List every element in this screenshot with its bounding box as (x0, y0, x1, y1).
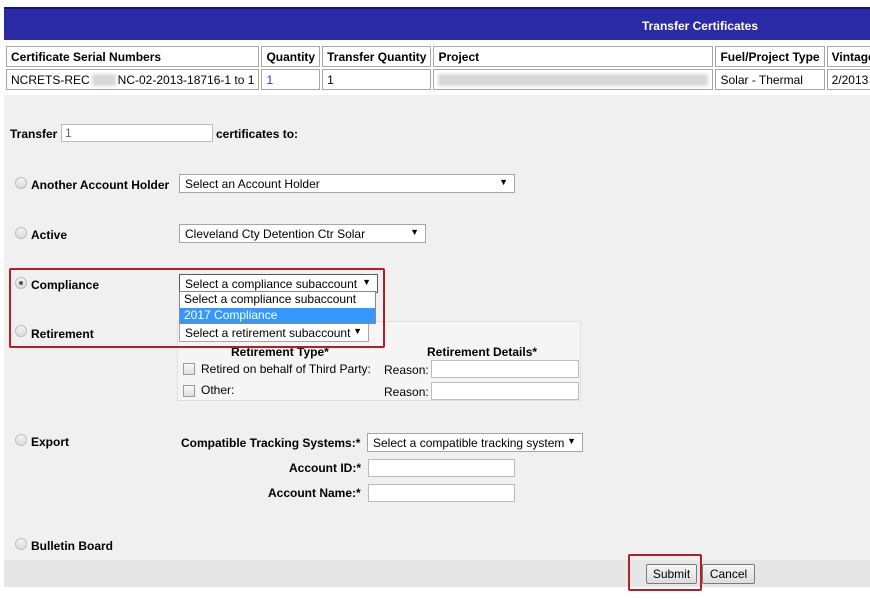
account-holder-select-value: Select an Account Holder (185, 177, 320, 191)
account-name-label: Account Name:* (268, 486, 361, 500)
transfer-quantity-input[interactable]: 1 (61, 124, 213, 142)
transfer-suffix: certificates to: (216, 127, 299, 141)
active-label: Active (31, 228, 68, 242)
table-header-row: Certificate Serial Numbers Quantity Tran… (6, 46, 870, 67)
export-label: Export (31, 435, 70, 449)
title-bar: Transfer Certificates (4, 7, 870, 40)
redacted-project (438, 74, 709, 87)
other-label: Other: (201, 383, 235, 397)
certificates-table: Certificate Serial Numbers Quantity Tran… (4, 44, 870, 92)
column-header-serial: Certificate Serial Numbers (6, 46, 260, 67)
cell-project (433, 69, 714, 90)
account-id-label: Account ID:* (289, 461, 361, 475)
cancel-button[interactable]: Cancel (702, 564, 755, 584)
third-party-checkbox[interactable] (183, 363, 195, 375)
export-radio[interactable] (15, 434, 27, 446)
column-header-fuel-type: Fuel/Project Type (715, 46, 825, 67)
column-header-vintage: Vintage (826, 46, 870, 67)
account-holder-select[interactable]: Select an Account Holder ▼ (179, 174, 515, 193)
submit-highlight-box (628, 554, 702, 591)
compliance-highlight-box (9, 268, 385, 348)
cell-quantity: 1 (261, 69, 321, 90)
cell-serial: NCRETS-REC NC-02-2013-18716-1 to 1 (6, 69, 260, 90)
account-holder-label: Another Account Holder (31, 178, 170, 192)
column-header-project: Project (433, 46, 714, 67)
bulletin-board-label: Bulletin Board (31, 539, 114, 553)
column-header-transfer-quantity: Transfer Quantity (322, 46, 432, 67)
tracking-systems-select[interactable]: Select a compatible tracking system ▼ (367, 433, 583, 452)
other-reason-input[interactable] (431, 382, 579, 400)
active-select-value: Cleveland Cty Detention Ctr Solar (185, 227, 366, 241)
active-radio[interactable] (15, 227, 27, 239)
page-title: Transfer Certificates (641, 19, 758, 33)
tracking-systems-select-value: Select a compatible tracking system (373, 436, 565, 450)
account-holder-radio[interactable] (15, 177, 27, 189)
serial-suffix: NC-02-2013-18716-1 to 1 (117, 72, 255, 87)
redacted-text (91, 74, 116, 87)
active-select[interactable]: Cleveland Cty Detention Ctr Solar ▼ (179, 224, 426, 243)
bulletin-board-radio[interactable] (15, 538, 27, 550)
account-id-input[interactable] (368, 459, 515, 477)
third-party-reason-input[interactable] (431, 360, 579, 378)
transfer-label: Transfer (10, 127, 58, 141)
dropdown-arrow-icon: ▼ (410, 227, 419, 237)
third-party-label: Retired on behalf of Third Party: (201, 362, 371, 376)
dropdown-arrow-icon: ▼ (567, 436, 576, 446)
cell-transfer-quantity: 1 (322, 69, 432, 90)
cell-vintage: 2/2013 (826, 69, 870, 90)
dropdown-arrow-icon: ▼ (499, 177, 508, 187)
tracking-systems-label: Compatible Tracking Systems:* (181, 436, 361, 450)
retirement-details-header: Retirement Details* (427, 345, 538, 359)
table-row: NCRETS-REC NC-02-2013-18716-1 to 1 1 1 So… (6, 69, 870, 90)
cell-fuel-type: Solar - Thermal (715, 69, 825, 90)
third-party-reason-label: Reason: (384, 363, 429, 377)
serial-prefix: NCRETS-REC (11, 72, 90, 87)
column-header-quantity: Quantity (261, 46, 321, 67)
other-checkbox[interactable] (183, 385, 195, 397)
other-reason-label: Reason: (384, 385, 429, 399)
account-name-input[interactable] (368, 484, 515, 502)
